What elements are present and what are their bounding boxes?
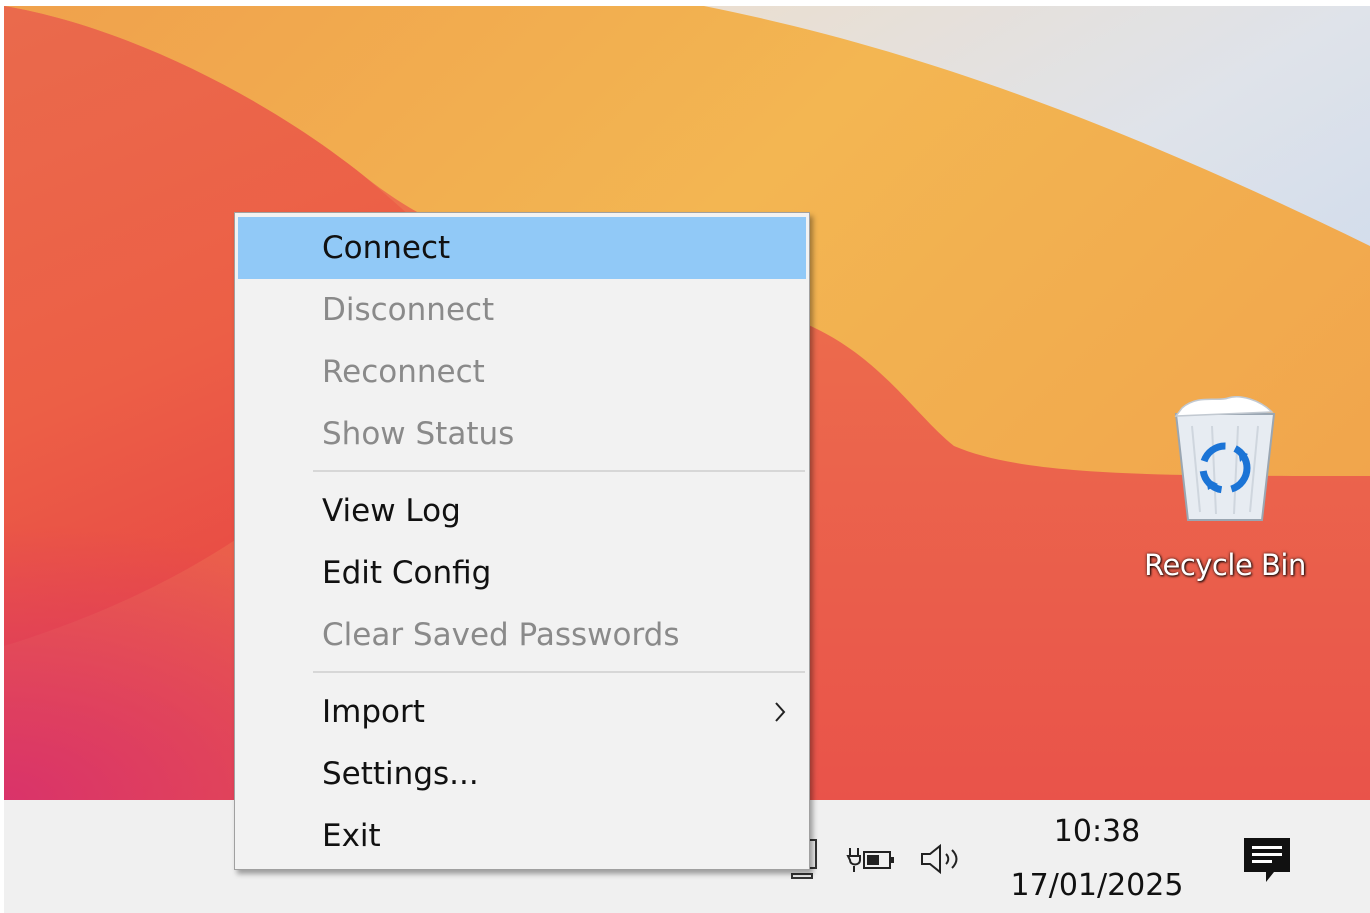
menu-item-label: Settings...	[322, 756, 479, 792]
menu-item-label: Connect	[322, 230, 451, 266]
menu-item-label: Disconnect	[322, 292, 495, 328]
menu-item-settings[interactable]: Settings...	[238, 743, 806, 805]
menu-item-view-log[interactable]: View Log	[238, 480, 806, 542]
battery-charging-icon[interactable]	[846, 844, 896, 874]
menu-item-label: View Log	[322, 493, 461, 529]
clock-date[interactable]: 17/01/2025	[1002, 868, 1192, 903]
menu-item-label: Import	[322, 694, 425, 730]
menu-item-label: Show Status	[322, 416, 515, 452]
action-center-icon[interactable]	[1242, 836, 1292, 886]
menu-item-connect[interactable]: Connect	[238, 217, 806, 279]
desktop-icon-recycle-bin[interactable]: Recycle Bin	[1130, 396, 1320, 596]
menu-item-clear-saved-passwords[interactable]: Clear Saved Passwords	[238, 604, 806, 666]
menu-separator	[313, 470, 805, 472]
menu-separator	[313, 671, 805, 673]
menu-item-edit-config[interactable]: Edit Config	[238, 542, 806, 604]
chevron-right-icon	[775, 702, 786, 722]
menu-item-reconnect[interactable]: Reconnect	[238, 341, 806, 403]
menu-item-label: Exit	[322, 818, 381, 854]
menu-item-show-status[interactable]: Show Status	[238, 403, 806, 465]
menu-item-disconnect[interactable]: Disconnect	[238, 279, 806, 341]
desktop-screen: Recycle Bin 10:38 17/01/2025 Connect Dis…	[0, 0, 1370, 913]
tray-context-menu: Connect Disconnect Reconnect Show Status…	[234, 212, 810, 870]
menu-item-exit[interactable]: Exit	[238, 805, 806, 867]
recycle-bin-icon	[1174, 396, 1276, 521]
menu-item-label: Clear Saved Passwords	[322, 617, 680, 653]
clock-time[interactable]: 10:38	[1002, 814, 1192, 849]
menu-item-label: Reconnect	[322, 354, 485, 390]
menu-item-import[interactable]: Import	[238, 681, 806, 743]
menu-item-label: Edit Config	[322, 555, 492, 591]
recycle-bin-label: Recycle Bin	[1144, 548, 1306, 582]
volume-icon[interactable]	[918, 842, 966, 876]
